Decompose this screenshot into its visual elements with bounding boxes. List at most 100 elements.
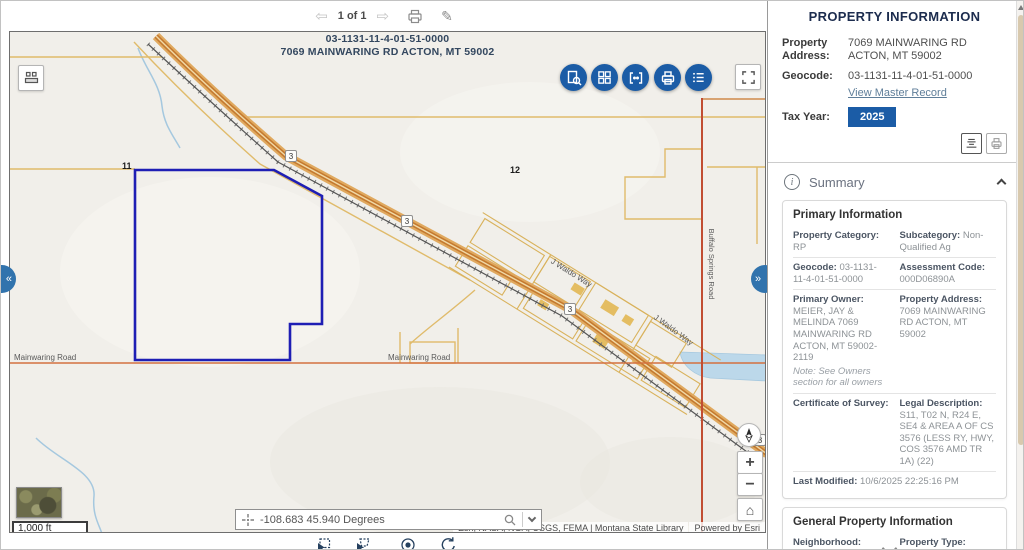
info-row: Property Category: RP Subcategory: Non-Q… <box>793 226 996 257</box>
select-by-polygon-button[interactable] <box>353 536 371 550</box>
zoom-in-button[interactable]: + <box>737 451 763 474</box>
primary-information-card: Primary Information Property Category: R… <box>782 200 1007 499</box>
property-address-label: Property Address: <box>782 37 840 63</box>
compass-button[interactable] <box>737 423 761 447</box>
info-row: Last Modified: 10/6/2025 22:25:16 PM <box>793 471 996 492</box>
basemap-toggle-thumbnail[interactable] <box>16 487 62 518</box>
header-fields: Property Address: 7069 MAINWARING RD ACT… <box>782 37 1007 127</box>
highway-shield-label: 3 <box>405 217 410 226</box>
divider <box>522 512 523 527</box>
basemap-gallery-button[interactable] <box>591 64 618 91</box>
field-neighborhood: Neighborhood: 203.005 <box>793 537 890 550</box>
print-map-button[interactable] <box>654 64 681 91</box>
highway-shield-label: 3 <box>568 305 573 314</box>
next-page-arrow-icon[interactable]: ⇨ <box>377 9 390 24</box>
section-label-11: 11 <box>122 161 132 171</box>
section-label-12: 12 <box>510 165 520 175</box>
print-icon[interactable] <box>407 9 423 24</box>
info-row: Certificate of Survey: Legal Description… <box>793 393 996 471</box>
scale-bar: 1,000 ft <box>12 521 88 533</box>
general-info-heading: General Property Information <box>793 516 996 528</box>
panel-scrollbar[interactable] <box>1016 1 1024 550</box>
map-canvas[interactable]: 3 3 3 3 11 12 Mainwaring Road Mainwaring… <box>9 31 766 533</box>
printer-icon <box>660 70 676 86</box>
field-certificate-of-survey: Certificate of Survey: <box>793 398 890 467</box>
field-assessment-code: Assessment Code: 000D06890A <box>900 262 997 285</box>
primary-info-heading: Primary Information <box>793 209 996 221</box>
view-master-record-link[interactable]: View Master Record <box>848 87 947 100</box>
general-property-information-card: General Property Information Neighborhoo… <box>782 507 1007 550</box>
search-document-icon <box>566 70 582 86</box>
field-last-modified: Last Modified: 10/6/2025 22:25:16 PM <box>793 476 996 488</box>
search-icon[interactable] <box>504 514 516 526</box>
radio-selected-icon <box>399 536 417 550</box>
brackets-icon <box>628 70 644 86</box>
owners-note: Note: See Owners section for all owners <box>793 366 890 389</box>
info-row: Geocode: 03-1131-11-4-01-51-0000 Assessm… <box>793 257 996 289</box>
crosshair-icon <box>242 514 254 526</box>
field-property-type: Property Type: Improved Property <box>900 537 997 550</box>
field-geocode: Geocode: 03-1131-11-4-01-51-0000 <box>793 262 890 285</box>
edit-pencil-icon[interactable]: ✎ <box>441 8 453 25</box>
prev-page-arrow-icon[interactable]: ⇦ <box>315 9 328 24</box>
report-button[interactable] <box>961 133 982 154</box>
page-toolbar: ⇦ 1 of 1 ⇨ ✎ <box>1 1 767 31</box>
layer-list-button[interactable] <box>685 64 712 91</box>
geocode-label: Geocode: <box>782 70 840 100</box>
info-row: Primary Owner: MEIER, JAY & MELINDA 7069… <box>793 289 996 393</box>
map-title: 03-1131-11-4-01-51-0000 7069 MAINWARING … <box>10 33 765 59</box>
zoom-out-button[interactable]: − <box>737 473 763 496</box>
road-label-buffalo-springs: Buffalo Springs Road <box>707 229 716 300</box>
road-label-mainwaring-center: Mainwaring Road <box>388 353 450 362</box>
panel-title: PROPERTY INFORMATION <box>782 9 1007 24</box>
tax-year-button[interactable]: 2025 <box>848 107 896 127</box>
undo-arrow-icon <box>439 536 457 550</box>
scrollbar-up-arrow-icon[interactable] <box>1018 5 1024 10</box>
field-subcategory: Subcategory: Non-Qualified Ag <box>900 230 997 253</box>
list-icon <box>691 70 706 85</box>
selection-mode-radio[interactable] <box>399 536 417 550</box>
fullscreen-expand-icon <box>741 70 756 85</box>
field-property-address: Property Address: 7069 MAINWARING RD ACT… <box>900 294 997 389</box>
north-arrow-icon <box>742 427 756 443</box>
field-property-category: Property Category: RP <box>793 230 890 253</box>
property-information-panel: PROPERTY INFORMATION Property Address: 7… <box>767 1 1024 550</box>
coordinates-value[interactable]: -108.683 45.940 Degrees <box>260 514 498 526</box>
property-address-value: 7069 MAINWARING RD ACTON, MT 59002 <box>848 37 1007 63</box>
map-title-address: 7069 MAINWARING RD ACTON, MT 59002 <box>10 46 765 59</box>
measure-icon <box>24 71 39 85</box>
summary-section-header[interactable]: i Summary <box>782 163 1007 200</box>
map-graphics: 3 3 3 3 11 12 Mainwaring Road Mainwaring… <box>10 32 766 533</box>
select-by-rectangle-button[interactable] <box>314 536 332 550</box>
report-icon <box>965 137 978 150</box>
road-label-mainwaring-west: Mainwaring Road <box>14 353 76 362</box>
home-icon: ⌂ <box>746 502 754 518</box>
map-title-geocode: 03-1131-11-4-01-51-0000 <box>10 33 765 46</box>
tax-year-label: Tax Year: <box>782 111 840 124</box>
identify-results-button[interactable] <box>560 64 587 91</box>
measure-tool-button[interactable] <box>18 65 44 91</box>
selection-toolbar <box>1 533 767 550</box>
collapse-chevron-icon[interactable] <box>997 179 1007 189</box>
summary-heading: Summary <box>809 175 865 190</box>
field-legal-description: Legal Description: S11, T02 N, R24 E, SE… <box>900 398 997 467</box>
clear-selection-button[interactable] <box>439 536 457 550</box>
property-map-app: ⇦ 1 of 1 ⇨ ✎ <box>0 0 1024 550</box>
geocode-value-wrap: 03-1131-11-4-01-51-0000 View Master Reco… <box>848 70 1007 100</box>
coordinate-search-box[interactable]: -108.683 45.940 Degrees <box>235 509 542 530</box>
panel-action-icons <box>782 133 1007 154</box>
select-polygon-icon <box>353 536 371 550</box>
fullscreen-button[interactable] <box>735 64 761 90</box>
print-record-button[interactable] <box>986 133 1007 154</box>
select-rectangle-icon <box>314 536 332 550</box>
chevron-down-icon[interactable] <box>528 514 536 522</box>
page-indicator: 1 of 1 <box>338 10 367 22</box>
home-extent-button[interactable]: ⌂ <box>737 498 763 521</box>
grid-icon <box>597 70 612 85</box>
printer-icon <box>990 137 1003 150</box>
select-tool-button[interactable] <box>622 64 649 91</box>
geocode-value: 03-1131-11-4-01-51-0000 <box>848 70 972 82</box>
highway-shield-label: 3 <box>289 152 294 161</box>
scrollbar-thumb[interactable] <box>1018 15 1024 445</box>
info-icon: i <box>784 174 800 190</box>
